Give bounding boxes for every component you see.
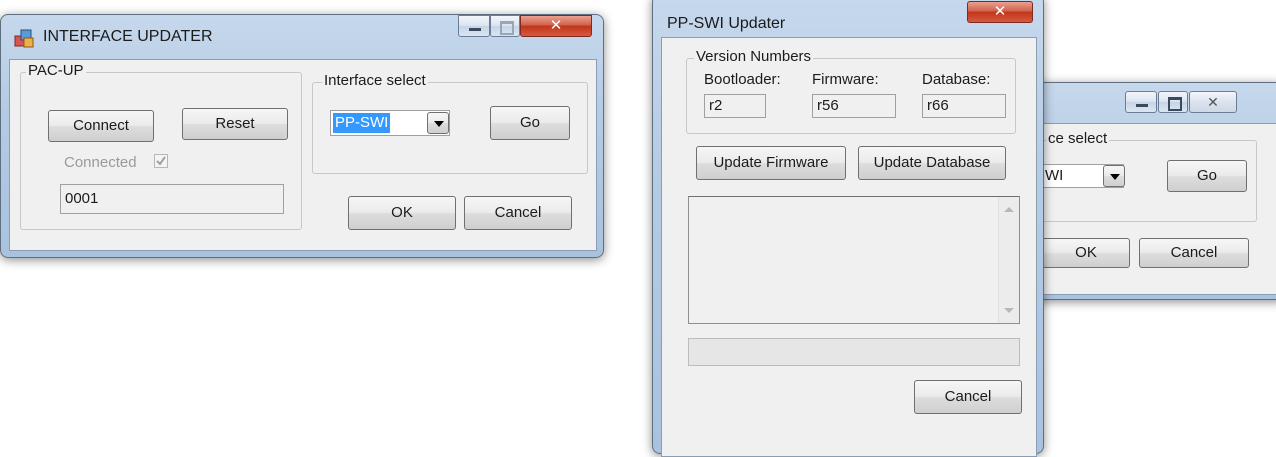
app-icon (13, 27, 35, 49)
window-title: INTERFACE UPDATER (43, 28, 213, 45)
database-value: r66 (922, 94, 1006, 118)
maximize-icon (1168, 97, 1182, 111)
maximize-button[interactable] (1158, 91, 1188, 113)
close-button[interactable]: ✕ (967, 1, 1033, 23)
log-textarea[interactable] (688, 196, 1020, 324)
maximize-button[interactable] (490, 15, 520, 37)
progress-bar (688, 338, 1020, 366)
connected-checkbox[interactable] (154, 154, 168, 168)
update-firmware-button[interactable]: Update Firmware (696, 146, 846, 180)
close-button[interactable]: ✕ (520, 15, 592, 37)
ok-button[interactable]: OK (348, 196, 456, 230)
go-button[interactable]: Go (490, 106, 570, 140)
interface-dropdown[interactable]: PP-SWI (330, 110, 450, 136)
scroll-down-icon[interactable] (1004, 308, 1014, 313)
minimize-button[interactable] (1125, 91, 1157, 113)
scroll-up-icon[interactable] (1004, 207, 1014, 212)
bootloader-value: r2 (704, 94, 766, 118)
dropdown-selected-value: PP-SWI (333, 113, 391, 133)
interface-dropdown[interactable]: WI (1042, 164, 1125, 188)
group-label: ce select (1046, 130, 1110, 147)
client-area: Version Numbers Bootloader: r2 Firmware:… (661, 37, 1037, 457)
close-icon: ✕ (993, 3, 1007, 20)
bootloader-label: Bootloader: (704, 71, 781, 88)
minimize-icon (469, 28, 481, 31)
cancel-button[interactable]: Cancel (1139, 238, 1249, 268)
window-title: PP-SWI Updater (667, 15, 786, 32)
connected-label: Connected (64, 154, 137, 171)
client-area: ce select WI Go OK Cancel (1011, 123, 1276, 295)
interface-updater-window: INTERFACE UPDATER ✕ PAC-UP Connect Reset… (0, 14, 604, 258)
minimize-button[interactable] (458, 15, 490, 37)
chevron-down-icon (434, 121, 444, 127)
ok-button[interactable]: OK (1042, 238, 1130, 268)
close-button[interactable]: ✕ (1189, 91, 1237, 113)
checkmark-icon (156, 156, 166, 166)
chevron-down-icon (1110, 174, 1120, 180)
device-id-field: 0001 (60, 184, 284, 214)
firmware-label: Firmware: (812, 71, 879, 88)
firmware-value: r56 (812, 94, 896, 118)
dropdown-arrow-button[interactable] (1103, 165, 1125, 187)
pp-swi-updater-window: PP-SWI Updater ✕ Version Numbers Bootloa… (652, 0, 1044, 457)
vertical-scrollbar[interactable] (998, 197, 1019, 323)
dropdown-arrow-button[interactable] (427, 112, 449, 134)
client-area: PAC-UP Connect Reset Connected 0001 Inte… (9, 59, 597, 251)
reset-button[interactable]: Reset (182, 108, 288, 140)
maximize-icon (500, 21, 514, 35)
database-label: Database: (922, 71, 991, 88)
pac-up-group-label: PAC-UP (26, 62, 86, 79)
dropdown-value: WI (1045, 167, 1064, 184)
minimize-icon (1136, 104, 1148, 107)
update-database-button[interactable]: Update Database (858, 146, 1006, 180)
version-numbers-label: Version Numbers (694, 48, 814, 65)
go-button[interactable]: Go (1167, 160, 1247, 192)
close-icon: ✕ (549, 17, 563, 34)
cancel-button[interactable]: Cancel (464, 196, 572, 230)
connect-button[interactable]: Connect (48, 110, 154, 142)
close-icon: ✕ (1207, 94, 1219, 110)
cancel-button[interactable]: Cancel (914, 380, 1022, 414)
interface-select-label: Interface select (322, 72, 428, 89)
